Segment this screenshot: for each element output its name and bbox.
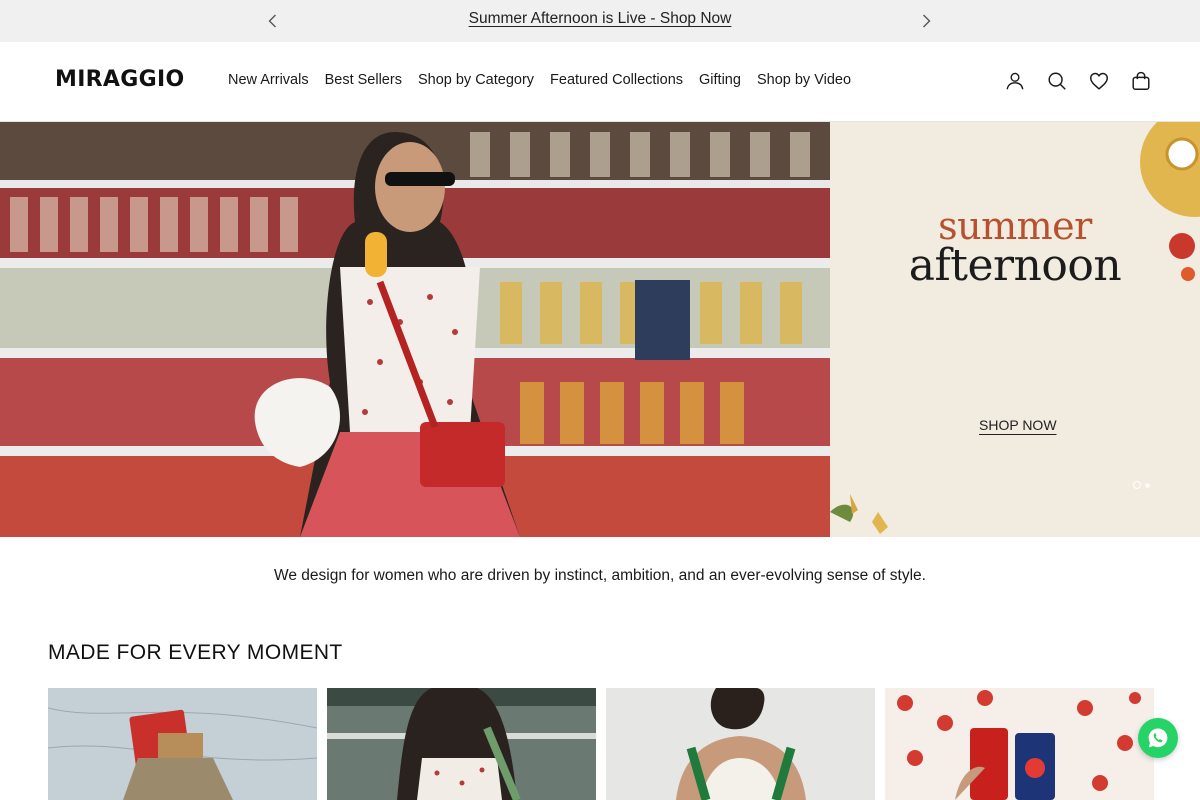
announcement-next-button[interactable]: [916, 11, 936, 31]
section-title: MADE FOR EVERY MOMENT: [48, 641, 343, 664]
moment-card-travel[interactable]: [48, 688, 317, 800]
card-image: [606, 688, 875, 800]
main-nav: New Arrivals Best Sellers Shop by Catego…: [228, 72, 851, 88]
moment-card-back[interactable]: [606, 688, 875, 800]
header-icons: [1004, 69, 1152, 93]
whatsapp-chat-button[interactable]: [1138, 718, 1178, 758]
hero-shop-now-button[interactable]: SHOP NOW: [979, 417, 1057, 433]
hero-title-line2: afternoon: [908, 240, 1122, 291]
moment-cards: [48, 688, 1154, 800]
search-button[interactable]: [1046, 69, 1068, 93]
announcement-bar: Summer Afternoon is Live - Shop Now: [0, 0, 1200, 42]
hero-banner[interactable]: summer afternoon SHOP NOW: [0, 122, 1200, 537]
nav-featured-collections[interactable]: Featured Collections: [550, 72, 683, 88]
moment-card-store[interactable]: [327, 688, 596, 800]
hero-promo-panel: summer afternoon SHOP NOW: [830, 122, 1200, 537]
nav-best-sellers[interactable]: Best Sellers: [325, 72, 402, 88]
slider-dot-1[interactable]: [1133, 481, 1141, 489]
card-image: [327, 688, 596, 800]
account-icon: [1006, 72, 1024, 90]
moment-card-cans[interactable]: [885, 688, 1154, 800]
hero-decor: [830, 122, 1200, 534]
nav-shop-by-category[interactable]: Shop by Category: [418, 72, 534, 88]
cart-button[interactable]: [1130, 69, 1152, 93]
nav-gifting[interactable]: Gifting: [699, 72, 741, 88]
chevron-right-icon: [923, 14, 931, 28]
card-image: [885, 688, 1154, 800]
brand-tagline: We design for women who are driven by in…: [274, 567, 926, 584]
wishlist-icon: [1090, 72, 1108, 90]
announcement-link[interactable]: Summer Afternoon is Live - Shop Now: [469, 10, 732, 27]
slider-dots: [1133, 481, 1150, 489]
slider-dot-2[interactable]: [1145, 482, 1150, 488]
cart-icon: [1132, 71, 1150, 90]
site-logo[interactable]: MIRAGGIO: [55, 67, 184, 92]
whatsapp-icon: [1148, 728, 1168, 748]
search-icon: [1048, 72, 1066, 90]
nav-shop-by-video[interactable]: Shop by Video: [757, 72, 851, 88]
hero-image: [0, 122, 830, 537]
hero-photo-illustration: [0, 122, 830, 537]
site-header: MIRAGGIO New Arrivals Best Sellers Shop …: [0, 42, 1200, 122]
nav-new-arrivals[interactable]: New Arrivals: [228, 72, 309, 88]
wishlist-button[interactable]: [1088, 69, 1110, 93]
card-image: [48, 688, 317, 800]
account-button[interactable]: [1004, 69, 1026, 93]
